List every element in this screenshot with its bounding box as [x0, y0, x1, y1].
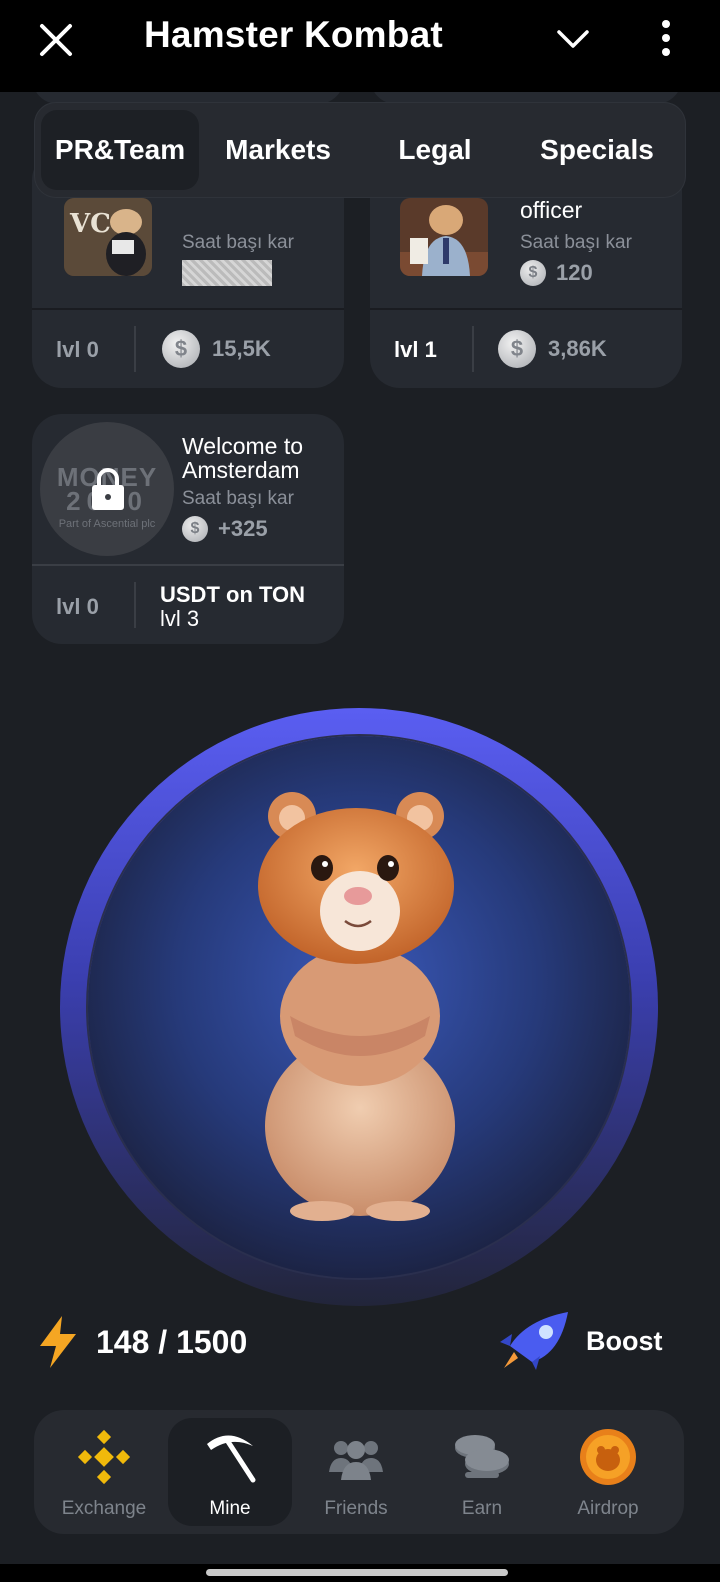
profit-label: Saat başı kar: [182, 232, 294, 253]
lock-icon: [92, 468, 124, 510]
tap-area[interactable]: [60, 708, 658, 1306]
more-options-icon[interactable]: [658, 18, 674, 58]
card-profit: +325: [218, 516, 268, 541]
upgrade-card-amsterdam[interactable]: MONEY 2020 Part of Ascential plc Welcome…: [32, 414, 344, 644]
tab-specials[interactable]: Specials: [516, 110, 678, 190]
energy-indicator: 148 / 1500: [38, 1316, 247, 1373]
lightning-icon: [40, 1316, 76, 1368]
pickaxe-icon: [207, 1435, 256, 1483]
hidden-profit-placeholder: [182, 260, 272, 286]
tab-pr-team[interactable]: PR&Team: [41, 110, 199, 190]
card-divider-vertical: [472, 326, 474, 372]
card-title: officer: [520, 197, 583, 223]
coin-icon: $: [162, 330, 200, 368]
nav-label: Mine: [209, 1498, 251, 1519]
coin-icon: $: [182, 516, 208, 542]
nav-mine[interactable]: Mine: [168, 1418, 292, 1526]
logo-text-line3: Part of Ascential plc: [58, 518, 156, 530]
svg-text:VC: VC: [69, 209, 111, 239]
hamster-officer-image: [400, 198, 488, 276]
unlock-requirement-level: lvl 3: [160, 606, 200, 631]
card-divider: [32, 564, 344, 566]
card-level: lvl 0: [56, 337, 99, 362]
hamster-vc-image: VC: [64, 198, 152, 276]
tab-markets[interactable]: Markets: [202, 110, 354, 190]
home-indicator[interactable]: [206, 1569, 508, 1576]
friends-icon: [329, 1441, 383, 1480]
card-image: VC: [64, 198, 152, 276]
coin-icon: $: [520, 260, 546, 286]
card-cost: 3,86K: [548, 336, 607, 361]
card-profit: 120: [556, 260, 593, 285]
boost-label: Boost: [586, 1326, 663, 1356]
hamster-character: [258, 792, 455, 1221]
rocket-icon: [500, 1312, 568, 1370]
boost-button[interactable]: Boost: [496, 1310, 676, 1374]
tab-legal[interactable]: Legal: [359, 110, 511, 190]
card-cost: 15,5K: [212, 336, 271, 361]
card-divider: [370, 308, 682, 310]
card-divider-vertical: [134, 326, 136, 372]
close-icon[interactable]: [36, 20, 76, 60]
nav-label: Earn: [461, 1498, 503, 1519]
nav-label: Friends: [324, 1498, 388, 1519]
card-divider: [32, 308, 344, 310]
energy-value: 148 / 1500: [96, 1324, 248, 1360]
money2020-logo: MONEY 2020 Part of Ascential plc: [40, 422, 174, 556]
profit-label: Saat başı kar: [520, 232, 632, 253]
card-level: lvl 0: [56, 594, 99, 619]
card-level: lvl 1: [394, 337, 437, 362]
nav-earn[interactable]: Earn: [420, 1418, 544, 1526]
binance-icon: [77, 1429, 131, 1485]
nav-exchange[interactable]: Exchange: [42, 1418, 166, 1526]
chevron-down-icon[interactable]: [556, 22, 590, 56]
unlock-requirement: USDT on TON: [160, 582, 306, 607]
nav-label: Exchange: [61, 1498, 147, 1519]
card-image: [400, 198, 488, 276]
top-bar: Hamster Kombat: [0, 0, 720, 92]
nav-label: Airdrop: [577, 1498, 639, 1519]
app-title: Hamster Kombat: [144, 14, 443, 55]
card-divider-vertical: [134, 582, 136, 628]
nav-friends[interactable]: Friends: [294, 1418, 418, 1526]
airdrop-coin-icon: [580, 1429, 636, 1485]
system-nav-bar: [0, 1564, 720, 1582]
coins-icon: [455, 1435, 509, 1478]
coin-icon: $: [498, 330, 536, 368]
nav-airdrop[interactable]: Airdrop: [546, 1418, 670, 1526]
card-title: Welcome to Amsterdam: [182, 433, 304, 483]
profit-label: Saat başı kar: [182, 488, 294, 509]
bottom-nav: Exchange Mine Friends Earn Airdrop: [34, 1410, 684, 1534]
category-tabs: PR&Team Markets Legal Specials: [34, 102, 686, 198]
